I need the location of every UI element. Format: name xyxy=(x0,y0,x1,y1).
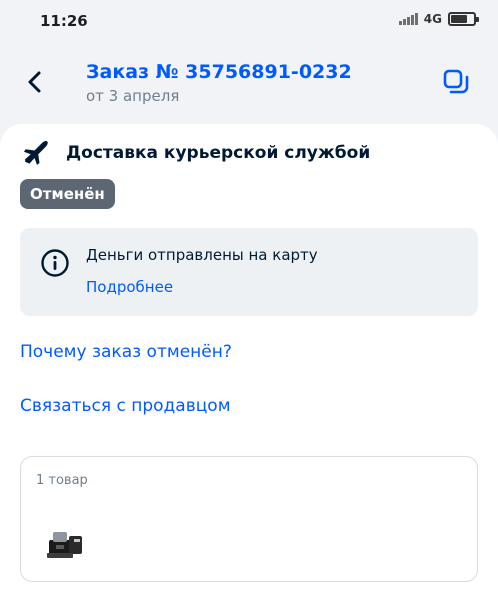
product-thumbnail[interactable] xyxy=(45,523,87,565)
items-count: 1 товар xyxy=(36,473,88,488)
why-cancelled-link[interactable]: Почему заказ отменён? xyxy=(20,342,232,362)
network-type: 4G xyxy=(423,12,442,26)
status-badge: Отменён xyxy=(20,179,115,209)
status-time: 11:26 xyxy=(40,12,88,30)
signal-icon xyxy=(398,13,418,25)
back-arrow-icon[interactable] xyxy=(22,68,48,96)
status-bar: 11:26 4G xyxy=(0,0,498,44)
details-link[interactable]: Подробнее xyxy=(86,278,173,296)
order-header: Заказ № 35756891-0232 от 3 апреля xyxy=(0,44,498,120)
delivery-method: Доставка курьерской службой xyxy=(22,138,370,168)
status-indicators: 4G xyxy=(398,12,479,26)
refund-message: Деньги отправлены на карту xyxy=(86,246,318,264)
plane-icon xyxy=(23,141,48,165)
contact-seller-link[interactable]: Связаться с продавцом xyxy=(20,396,231,416)
battery-icon xyxy=(448,12,479,26)
info-icon xyxy=(41,249,69,277)
order-items-box[interactable]: 1 товар xyxy=(20,456,478,582)
order-date: от 3 апреля xyxy=(86,87,180,105)
order-card: Доставка курьерской службой Отменён День… xyxy=(0,124,498,600)
delivery-label: Доставка курьерской службой xyxy=(66,143,371,163)
copy-icon[interactable] xyxy=(442,68,470,96)
refund-info-box: Деньги отправлены на карту Подробнее xyxy=(20,228,478,316)
order-title: Заказ № 35756891-0232 xyxy=(86,61,352,83)
